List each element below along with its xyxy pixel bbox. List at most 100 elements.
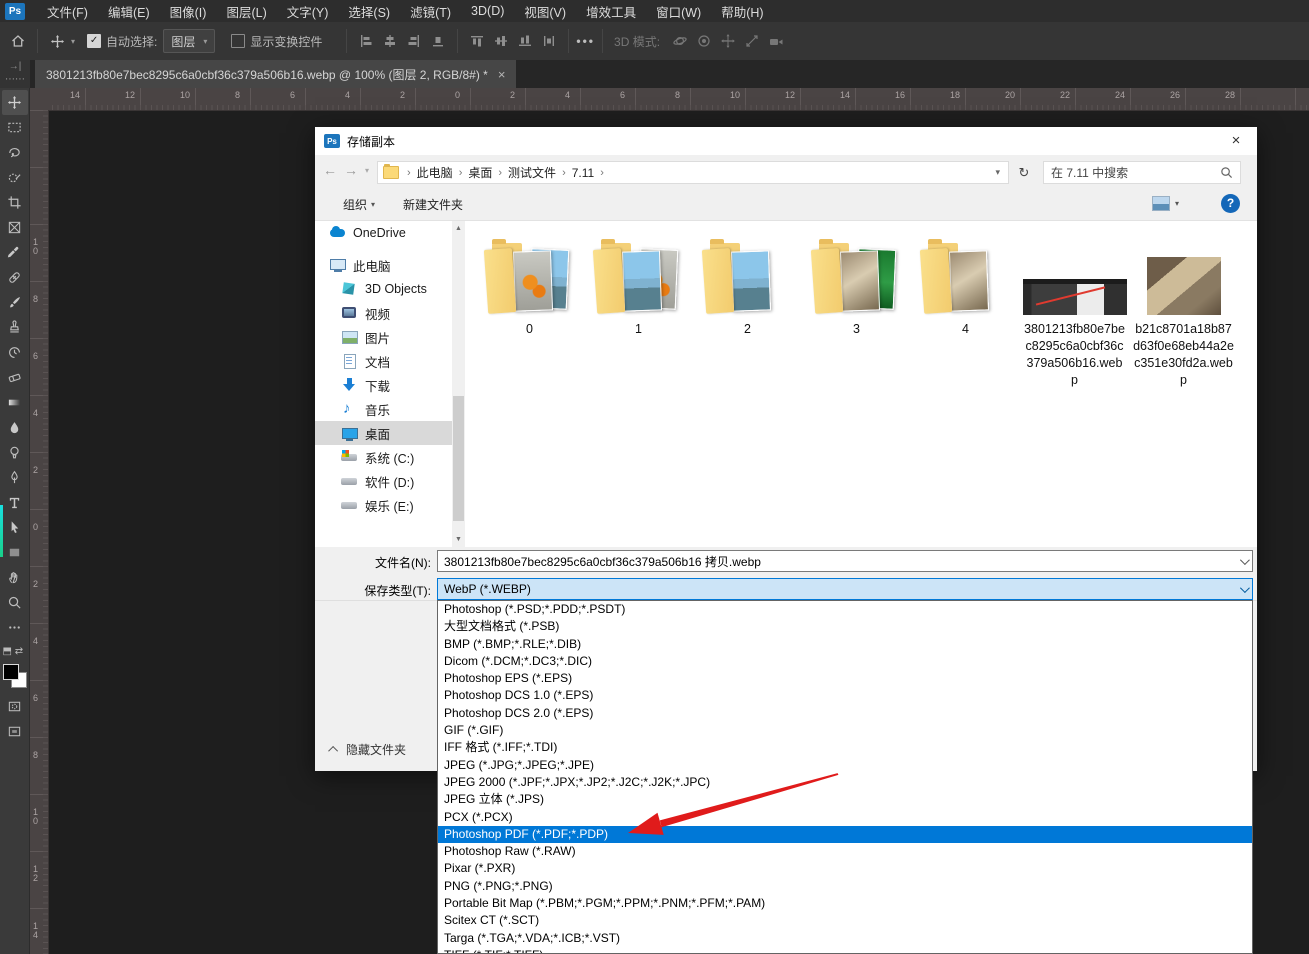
scroll-up-icon[interactable]: ▲ xyxy=(452,221,465,236)
menu-item[interactable]: 文件(F) xyxy=(37,0,98,22)
edit-toolbar-icon[interactable] xyxy=(2,615,28,640)
savetype-value[interactable]: WebP (*.WEBP) xyxy=(438,582,1234,596)
menu-item[interactable]: 选择(S) xyxy=(338,0,400,22)
filetype-option[interactable]: PCX (*.PCX) xyxy=(438,809,1252,826)
menu-item[interactable]: 图层(L) xyxy=(216,0,276,22)
dialog-title-bar[interactable]: Ps 存储副本 × xyxy=(315,127,1257,155)
search-icon[interactable] xyxy=(1213,166,1240,179)
menu-item[interactable]: 3D(D) xyxy=(461,0,514,22)
sidebar-item[interactable]: 此电脑 xyxy=(315,253,452,277)
distribute-horizontal-icon[interactable] xyxy=(426,30,450,52)
sidebar-item[interactable]: 软件 (D:) xyxy=(315,469,452,493)
filetype-option[interactable]: Scitex CT (*.SCT) xyxy=(438,912,1252,929)
3d-slide-icon[interactable] xyxy=(740,30,764,52)
breadcrumb-item[interactable]: 7.11 xyxy=(568,166,598,180)
filetype-option[interactable]: Photoshop DCS 1.0 (*.EPS) xyxy=(438,687,1252,704)
history-brush-tool[interactable] xyxy=(2,340,28,365)
align-horizontal-centers-icon[interactable] xyxy=(378,30,402,52)
filetype-option[interactable]: BMP (*.BMP;*.RLE;*.DIB) xyxy=(438,636,1252,653)
filetype-option[interactable]: 大型文档格式 (*.PSB) xyxy=(438,618,1252,635)
file-item[interactable]: 3801213fb80e7bec8295c6a0cbf36c379a506b16… xyxy=(1020,233,1129,389)
align-bottom-edges-icon[interactable] xyxy=(513,30,537,52)
3d-roll-icon[interactable] xyxy=(692,30,716,52)
move-tool[interactable] xyxy=(2,90,28,115)
filetype-option[interactable]: IFF 格式 (*.IFF;*.TDI) xyxy=(438,739,1252,756)
3d-camera-icon[interactable] xyxy=(764,30,788,52)
breadcrumb-item[interactable]: 桌面 xyxy=(464,164,496,181)
auto-select-target-dropdown[interactable]: 图层 ▾ xyxy=(163,29,215,53)
eyedropper-tool[interactable] xyxy=(2,240,28,265)
recent-locations-icon[interactable]: ▾ xyxy=(365,166,369,175)
dialog-close-button[interactable]: × xyxy=(1225,131,1247,151)
foreground-color-swatch[interactable] xyxy=(3,664,19,680)
breadcrumb-separator[interactable]: › xyxy=(457,167,465,179)
breadcrumb-separator[interactable]: › xyxy=(598,167,606,179)
savetype-dropdown-icon[interactable] xyxy=(1234,586,1252,593)
collapse-panels-icon[interactable]: →|⋯⋯ xyxy=(0,60,30,88)
shape-tool[interactable] xyxy=(2,540,28,565)
screen-mode-icon[interactable] xyxy=(2,719,28,744)
new-folder-button[interactable]: 新建文件夹 xyxy=(403,196,463,213)
filetype-option[interactable]: PNG (*.PNG;*.PNG) xyxy=(438,878,1252,895)
change-view-button[interactable]: ▾ xyxy=(1152,196,1179,211)
show-transform-checkbox[interactable] xyxy=(231,34,245,48)
filetype-option[interactable]: Portable Bit Map (*.PBM;*.PGM;*.PPM;*.PN… xyxy=(438,895,1252,912)
home-icon[interactable] xyxy=(6,30,30,52)
object-selection-tool[interactable] xyxy=(2,165,28,190)
auto-select-toggle[interactable]: 自动选择: xyxy=(87,33,157,50)
menu-item[interactable]: 编辑(E) xyxy=(98,0,160,22)
more-options-icon[interactable]: ••• xyxy=(576,34,595,48)
sidebar-item[interactable]: 下载 xyxy=(315,373,452,397)
dodge-tool[interactable] xyxy=(2,440,28,465)
savetype-combo[interactable]: WebP (*.WEBP) xyxy=(437,578,1253,600)
chevron-down-icon[interactable]: ▾ xyxy=(71,37,75,46)
back-button[interactable]: ← xyxy=(323,162,337,178)
auto-select-checkbox[interactable] xyxy=(87,34,101,48)
3d-orbit-icon[interactable] xyxy=(668,30,692,52)
menu-item[interactable]: 增效工具 xyxy=(576,0,646,22)
3d-pan-icon[interactable] xyxy=(716,30,740,52)
path-selection-tool[interactable] xyxy=(2,515,28,540)
menu-item[interactable]: 视图(V) xyxy=(514,0,576,22)
filetype-option[interactable]: Photoshop PDF (*.PDF;*.PDP) xyxy=(438,826,1252,843)
hand-tool[interactable] xyxy=(2,565,28,590)
color-swatches[interactable] xyxy=(3,664,27,688)
filename-combo[interactable]: 3801213fb80e7bec8295c6a0cbf36c379a506b16… xyxy=(437,550,1253,572)
lasso-tool[interactable] xyxy=(2,140,28,165)
sidebar-item[interactable]: 音乐 xyxy=(315,397,452,421)
align-top-edges-icon[interactable] xyxy=(465,30,489,52)
sidebar-item[interactable]: 图片 xyxy=(315,325,452,349)
sidebar-item[interactable]: OneDrive xyxy=(315,221,452,245)
menu-item[interactable]: 文字(Y) xyxy=(277,0,339,22)
filetype-option[interactable]: Photoshop Raw (*.RAW) xyxy=(438,843,1252,860)
show-transform-toggle[interactable]: 显示变换控件 xyxy=(231,33,322,50)
align-right-edges-icon[interactable] xyxy=(402,30,426,52)
filetype-option[interactable]: JPEG 2000 (*.JPF;*.JPX;*.JP2;*.J2C;*.J2K… xyxy=(438,774,1252,791)
sidebar-scrollbar[interactable]: ▲ ▼ xyxy=(452,221,465,547)
search-input[interactable]: 在 7.11 中搜索 xyxy=(1044,164,1213,181)
pen-tool[interactable] xyxy=(2,465,28,490)
filetype-option[interactable]: Photoshop EPS (*.EPS) xyxy=(438,670,1252,687)
scroll-down-icon[interactable]: ▼ xyxy=(452,532,465,547)
filetype-option[interactable]: GIF (*.GIF) xyxy=(438,722,1252,739)
menu-item[interactable]: 窗口(W) xyxy=(646,0,711,22)
refresh-button[interactable]: ↻ xyxy=(1013,161,1035,184)
filetype-option[interactable]: JPEG 立体 (*.JPS) xyxy=(438,791,1252,808)
sidebar-item[interactable]: 文档 xyxy=(315,349,452,373)
address-bar[interactable]: › 此电脑 › 桌面 › 测 xyxy=(377,161,1009,184)
move-tool-options-icon[interactable] xyxy=(45,30,69,52)
sidebar-item[interactable]: 系统 (C:) xyxy=(315,445,452,469)
filetype-option[interactable]: Targa (*.TGA;*.VDA;*.ICB;*.VST) xyxy=(438,930,1252,947)
zoom-tool[interactable] xyxy=(2,590,28,615)
breadcrumb-separator[interactable]: › xyxy=(496,167,504,179)
breadcrumb-item[interactable]: 此电脑 xyxy=(413,164,457,181)
folder-item[interactable]: 1 xyxy=(584,233,693,338)
type-tool[interactable] xyxy=(2,490,28,515)
filetype-option[interactable]: Dicom (*.DCM;*.DC3;*.DIC) xyxy=(438,653,1252,670)
menu-item[interactable]: 滤镜(T) xyxy=(400,0,461,22)
forward-button[interactable]: → xyxy=(344,162,358,178)
clone-stamp-tool[interactable] xyxy=(2,315,28,340)
spot-healing-brush-tool[interactable] xyxy=(2,265,28,290)
breadcrumb-separator[interactable]: › xyxy=(560,167,568,179)
eraser-tool[interactable] xyxy=(2,365,28,390)
